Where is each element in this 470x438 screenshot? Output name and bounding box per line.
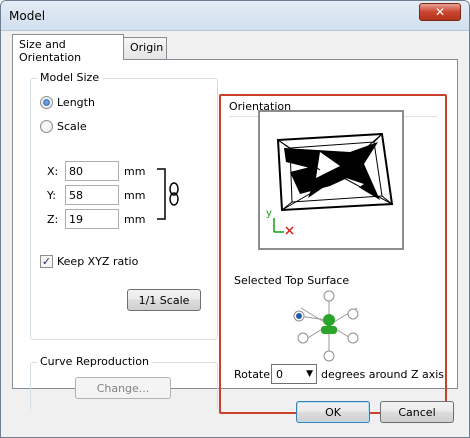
curve-reproduction-group: Curve Reproduction Change... [30, 355, 218, 410]
tab-size-and-orientation[interactable]: Size and Orientation [12, 34, 124, 64]
top-surface-selector[interactable] [291, 290, 375, 364]
one-to-one-scale-button[interactable]: 1/1 Scale [127, 289, 201, 311]
model-dialog: Model ✕ Size and Orientation Origin Mode… [0, 0, 470, 438]
y-label: Y: [47, 189, 56, 202]
cancel-button-label: Cancel [398, 405, 436, 419]
length-radio-label: Length [57, 96, 95, 109]
title-bar[interactable]: Model ✕ [1, 1, 469, 31]
scale-button-label: 1/1 Scale [138, 293, 190, 307]
change-button-label: Change... [96, 381, 150, 395]
rotate-label: Rotate [234, 368, 271, 381]
dialog-body: Size and Orientation Origin Model Size L… [8, 31, 462, 431]
scale-radio-button[interactable] [40, 120, 53, 133]
tab-page-size-and-orientation: Model Size Length Scale X: mm Y: mm Z: [12, 59, 458, 414]
axis-gizmo-icon [273, 218, 294, 235]
model-size-group: Model Size Length Scale X: mm Y: mm Z: [30, 71, 218, 340]
curve-reproduction-title: Curve Reproduction [37, 355, 152, 368]
divider [37, 148, 203, 149]
x-size-input[interactable] [65, 161, 119, 181]
degrees-around-z-label: degrees around Z axis [321, 368, 445, 381]
rotate-dropdown[interactable]: 0 ▼ [271, 364, 317, 384]
y-axis-label: y [266, 208, 272, 219]
tab-origin[interactable]: Origin [123, 37, 167, 59]
ok-button-label: OK [325, 405, 341, 419]
y-unit: mm [124, 189, 146, 202]
z-unit: mm [124, 213, 146, 226]
rotate-value: 0 [276, 367, 283, 381]
z-size-input[interactable] [65, 209, 119, 229]
orientation-group: Orientation y Selected Top Surface Rotat… [219, 94, 447, 414]
checkmark-icon[interactable]: ✓ [40, 255, 53, 268]
x-label: X: [47, 165, 59, 178]
length-radio-button[interactable] [40, 96, 53, 109]
y-size-input[interactable] [65, 185, 119, 205]
close-icon: ✕ [434, 5, 446, 19]
chevron-down-icon[interactable]: ▼ [306, 369, 316, 379]
tab-label: Size and Orientation [19, 38, 82, 64]
selected-top-surface-label: Selected Top Surface [234, 274, 350, 287]
window-title: Model [9, 9, 46, 23]
keep-ratio-label: Keep XYZ ratio [57, 255, 139, 268]
keep-ratio-checkbox[interactable]: ✓ Keep XYZ ratio [40, 255, 138, 268]
length-radio[interactable]: Length [40, 96, 95, 109]
close-button[interactable]: ✕ [419, 3, 461, 21]
scale-radio[interactable]: Scale [40, 120, 87, 133]
cancel-button[interactable]: Cancel [380, 401, 454, 423]
link-ratio-icon[interactable] [155, 167, 185, 223]
tab-label: Origin [130, 41, 164, 54]
x-unit: mm [124, 165, 146, 178]
scale-radio-label: Scale [57, 120, 87, 133]
z-label: Z: [47, 213, 59, 226]
model-size-title: Model Size [37, 71, 103, 84]
change-button[interactable]: Change... [75, 377, 171, 399]
ok-button[interactable]: OK [296, 401, 370, 423]
model-preview[interactable]: y [258, 110, 404, 250]
